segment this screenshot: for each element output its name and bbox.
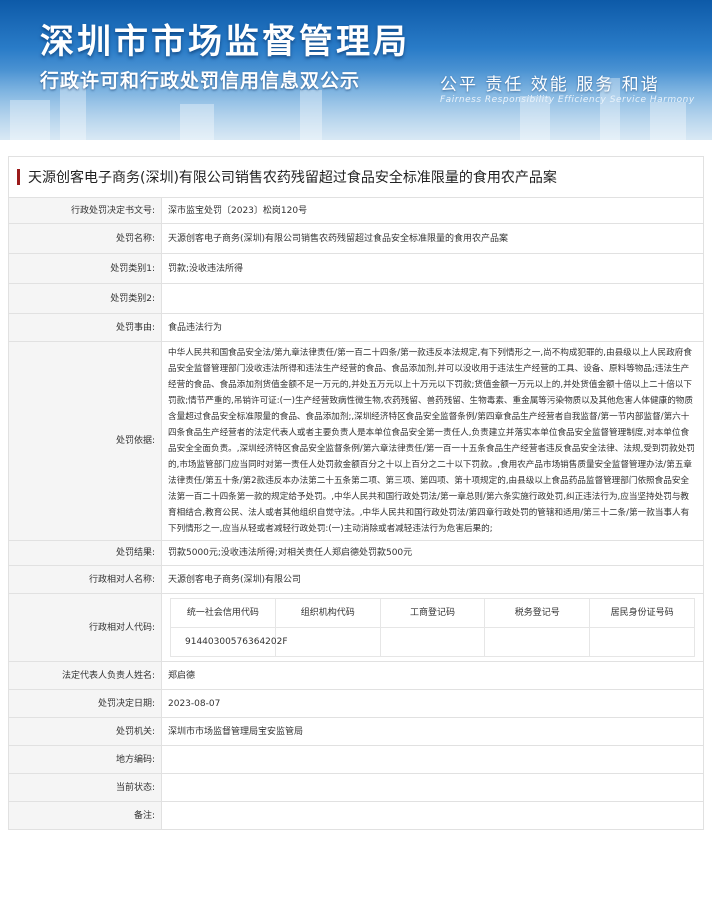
site-title: 深圳市市场监督管理局 xyxy=(40,22,410,62)
table-row: 地方编码: xyxy=(8,745,704,774)
doc-no-label: 行政处罚决定书文号: xyxy=(8,197,162,224)
case-title-bar: 天源创客电子商务(深圳)有限公司销售农药残留超过食品安全标准限量的食用农产品案 xyxy=(8,156,704,197)
tax-reg-value xyxy=(484,627,591,657)
cat1-label: 处罚类别1: xyxy=(8,253,162,284)
authority-value: 深圳市市场监督管理局宝安监管局 xyxy=(161,717,704,746)
detail-table: 行政处罚决定书文号: 深市监宝处罚〔2023〕松岗120号 处罚名称: 天源创客… xyxy=(8,197,704,830)
table-row: 处罚名称: 天源创客电子商务(深圳)有限公司销售农药残留超过食品安全标准限量的食… xyxy=(8,223,704,254)
table-row: 行政处罚决定书文号: 深市监宝处罚〔2023〕松岗120号 xyxy=(8,197,704,224)
code-header: 居民身份证号码 xyxy=(589,598,695,628)
building-shape xyxy=(10,100,50,140)
remark-value xyxy=(161,801,704,830)
case-title: 天源创客电子商务(深圳)有限公司销售农药残留超过食品安全标准限量的食用农产品案 xyxy=(28,170,557,186)
building-shape xyxy=(180,104,214,140)
authority-label: 处罚机关: xyxy=(8,717,162,746)
table-row: 处罚事由: 食品违法行为 xyxy=(8,313,704,342)
area-code-value xyxy=(161,745,704,774)
legal-rep-label: 法定代表人负责人姓名: xyxy=(8,661,162,690)
doc-no-value: 深市监宝处罚〔2023〕松岗120号 xyxy=(161,197,704,224)
table-row: 法定代表人负责人姓名: 郑启德 xyxy=(8,661,704,690)
name-label: 处罚名称: xyxy=(8,223,162,254)
codes-header-row: 统一社会信用代码 组织机构代码 工商登记码 税务登记号 居民身份证号码 xyxy=(170,598,695,628)
codes-cell: 统一社会信用代码 组织机构代码 工商登记码 税务登记号 居民身份证号码 9144… xyxy=(161,593,704,662)
basis-label: 处罚依据: xyxy=(8,341,162,541)
codes-table: 统一社会信用代码 组织机构代码 工商登记码 税务登记号 居民身份证号码 9144… xyxy=(170,598,695,657)
status-value xyxy=(161,773,704,802)
legal-rep-value: 郑启德 xyxy=(161,661,704,690)
credit-code-value: 91440300576364202F xyxy=(170,627,288,657)
biz-reg-value xyxy=(379,627,486,657)
status-label: 当前状态: xyxy=(8,773,162,802)
table-row: 当前状态: xyxy=(8,773,704,802)
accent-bar xyxy=(17,169,20,185)
party-label: 行政相对人名称: xyxy=(8,565,162,594)
id-no-value xyxy=(589,627,695,657)
table-row: 处罚机关: 深圳市市场监督管理局宝安监管局 xyxy=(8,717,704,746)
slogan-english: Fairness Responsibility Efficiency Servi… xyxy=(440,95,695,105)
result-value: 罚款5000元;没收违法所得;对相关责任人郑启德处罚款500元 xyxy=(161,540,704,566)
code-header: 税务登记号 xyxy=(484,598,591,628)
reason-value: 食品违法行为 xyxy=(161,313,704,342)
table-row: 处罚类别2: xyxy=(8,283,704,314)
codes-label: 行政相对人代码: xyxy=(8,593,162,662)
code-header: 工商登记码 xyxy=(379,598,486,628)
slogan: 公平 责任 效能 服务 和谐 xyxy=(440,75,660,95)
table-row: 处罚结果: 罚款5000元;没收违法所得;对相关责任人郑启德处罚款500元 xyxy=(8,540,704,566)
area-code-label: 地方编码: xyxy=(8,745,162,774)
building-shape xyxy=(300,90,322,140)
code-header: 统一社会信用代码 xyxy=(170,598,276,628)
cat2-value xyxy=(161,283,704,314)
party-value: 天源创客电子商务(深圳)有限公司 xyxy=(161,565,704,594)
table-row: 处罚类别1: 罚款;没收违法所得 xyxy=(8,253,704,284)
cat2-label: 处罚类别2: xyxy=(8,283,162,314)
table-row: 行政相对人名称: 天源创客电子商务(深圳)有限公司 xyxy=(8,565,704,594)
cat1-value: 罚款;没收违法所得 xyxy=(161,253,704,284)
result-label: 处罚结果: xyxy=(8,540,162,566)
remark-label: 备注: xyxy=(8,801,162,830)
code-header: 组织机构代码 xyxy=(274,598,381,628)
table-row: 处罚依据: 中华人民共和国食品安全法/第九章法律责任/第一百二十四条/第一款违反… xyxy=(8,341,704,541)
table-row: 备注: xyxy=(8,801,704,830)
reason-label: 处罚事由: xyxy=(8,313,162,342)
org-code-value xyxy=(274,627,381,657)
building-shape xyxy=(650,102,686,140)
site-subtitle: 行政许可和行政处罚信用信息双公示 xyxy=(40,70,361,92)
name-value: 天源创客电子商务(深圳)有限公司销售农药残留超过食品安全标准限量的食用农产品案 xyxy=(161,223,704,254)
header-banner: 深圳市市场监督管理局 行政许可和行政处罚信用信息双公示 公平 责任 效能 服务 … xyxy=(0,0,712,140)
basis-value: 中华人民共和国食品安全法/第九章法律责任/第一百二十四条/第一款违反本法规定,有… xyxy=(161,341,704,541)
date-label: 处罚决定日期: xyxy=(8,689,162,718)
table-row: 处罚决定日期: 2023-08-07 xyxy=(8,689,704,718)
table-row: 行政相对人代码: 统一社会信用代码 组织机构代码 工商登记码 税务登记号 居民身… xyxy=(8,593,704,662)
codes-value-row: 91440300576364202F xyxy=(170,627,695,657)
date-value: 2023-08-07 xyxy=(161,689,704,718)
